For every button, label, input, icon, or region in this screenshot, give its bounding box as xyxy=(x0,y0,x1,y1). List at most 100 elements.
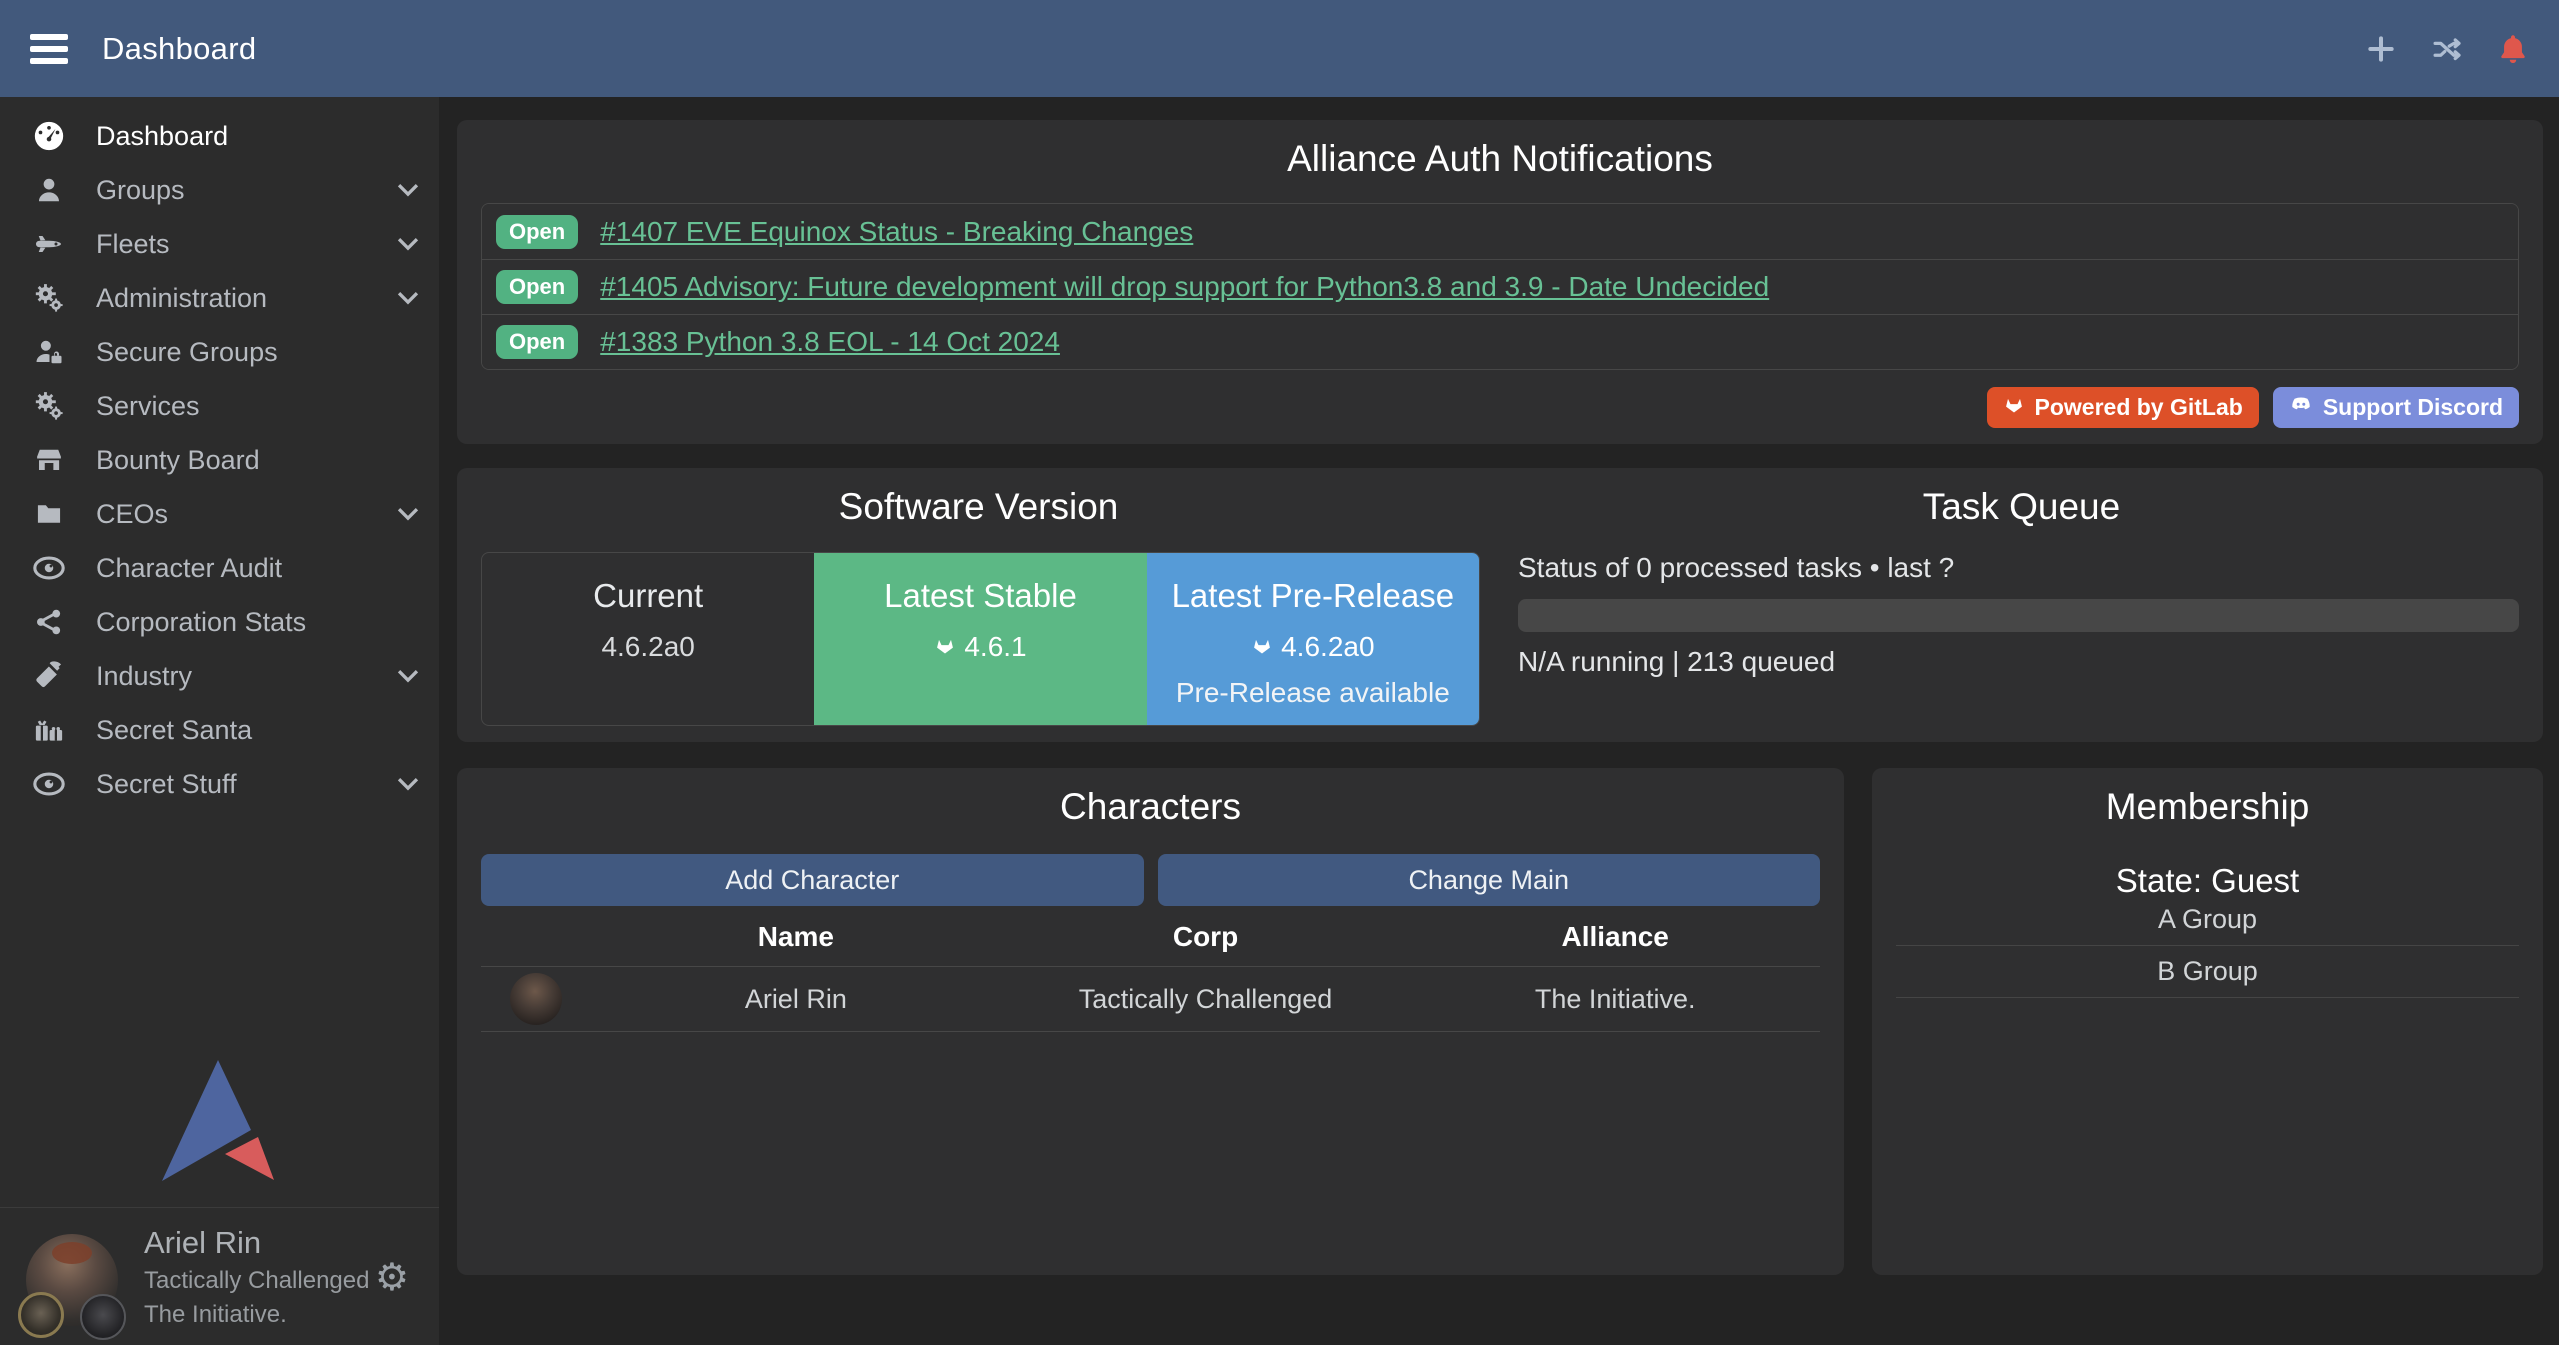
sidebar-item-ceos[interactable]: CEOs xyxy=(0,487,439,541)
task-queue-progressbar xyxy=(1518,599,2519,632)
notification-item: Open #1383 Python 3.8 EOL - 14 Oct 2024 xyxy=(482,314,2518,369)
notification-item: Open #1405 Advisory: Future development … xyxy=(482,259,2518,314)
notification-link[interactable]: #1407 EVE Equinox Status - Breaking Chan… xyxy=(600,216,1193,248)
sidebar-item-label: Character Audit xyxy=(96,553,282,584)
sidebar-item-label: Dashboard xyxy=(96,121,228,152)
software-version-column: Software Version Current 4.6.2a0 Latest … xyxy=(457,468,1500,742)
gears-icon xyxy=(26,389,72,423)
corp-logo-avatar xyxy=(18,1292,64,1338)
version-number: 4.6.2a0 xyxy=(601,631,694,663)
support-discord-badge[interactable]: Support Discord xyxy=(2273,387,2519,428)
sidebar: Dashboard Groups Fleets Administra xyxy=(0,97,439,1345)
sidebar-item-secret-stuff[interactable]: Secret Stuff xyxy=(0,757,439,811)
discord-icon xyxy=(2289,394,2313,421)
sidebar-item-character-audit[interactable]: Character Audit xyxy=(0,541,439,595)
gitlab-icon xyxy=(2003,394,2025,421)
notification-link[interactable]: #1383 Python 3.8 EOL - 14 Oct 2024 xyxy=(600,326,1060,358)
sidebar-item-groups[interactable]: Groups xyxy=(0,163,439,217)
notifications-bell-icon[interactable] xyxy=(2495,31,2531,67)
sidebar-item-services[interactable]: Services xyxy=(0,379,439,433)
sidebar-item-administration[interactable]: Administration xyxy=(0,271,439,325)
gears-icon xyxy=(26,281,72,315)
sidebar-item-label: Secret Santa xyxy=(96,715,252,746)
character-corp-cell: Tactically Challenged xyxy=(1001,984,1411,1015)
alliance-logo-avatar xyxy=(80,1294,126,1340)
add-character-button[interactable]: Add Character xyxy=(481,854,1144,906)
version-cell-current: Current 4.6.2a0 xyxy=(482,553,814,725)
column-header-alliance: Alliance xyxy=(1410,921,1820,953)
chevron-down-icon xyxy=(397,237,419,251)
user-lock-icon xyxy=(26,337,72,367)
user-panel: Ariel Rin Tactically Challenged The Init… xyxy=(0,1208,439,1345)
eye-icon xyxy=(26,771,72,797)
sidebar-item-label: Fleets xyxy=(96,229,170,260)
characters-table-header: Name Corp Alliance xyxy=(481,908,1820,966)
change-main-button[interactable]: Change Main xyxy=(1158,854,1821,906)
notification-item: Open #1407 EVE Equinox Status - Breaking… xyxy=(482,204,2518,259)
hamburger-menu-icon[interactable] xyxy=(30,28,68,70)
version-number: 4.6.1 xyxy=(964,631,1026,663)
notification-link[interactable]: #1405 Advisory: Future development will … xyxy=(600,271,1769,303)
sidebar-item-fleets[interactable]: Fleets xyxy=(0,217,439,271)
characters-panel: Characters Add Character Change Main Nam… xyxy=(457,768,1844,1275)
avatar xyxy=(24,1222,124,1332)
gitlab-icon xyxy=(1251,631,1273,663)
spaceship-icon xyxy=(26,229,72,259)
character-alliance-cell: The Initiative. xyxy=(1410,984,1820,1015)
page-title: Dashboard xyxy=(102,31,256,67)
chevron-down-icon xyxy=(397,507,419,521)
add-icon[interactable] xyxy=(2363,31,2399,67)
sidebar-item-label: Services xyxy=(96,391,200,422)
sidebar-item-secret-santa[interactable]: Secret Santa xyxy=(0,703,439,757)
share-icon xyxy=(26,607,72,637)
sidebar-item-dashboard[interactable]: Dashboard xyxy=(0,109,439,163)
user-icon xyxy=(26,175,72,205)
gifts-icon xyxy=(26,715,72,745)
table-row: Ariel Rin Tactically Challenged The Init… xyxy=(481,966,1820,1032)
version-cell-latest-prerelease: Latest Pre-Release 4.6.2a0 Pre-Release a… xyxy=(1147,553,1479,725)
characters-table: Name Corp Alliance Ariel Rin Tactically … xyxy=(481,908,1820,1032)
sidebar-item-bounty-board[interactable]: Bounty Board xyxy=(0,433,439,487)
user-name: Ariel Rin xyxy=(144,1225,375,1261)
user-corporation: Tactically Challenged xyxy=(144,1267,375,1295)
user-alliance: The Initiative. xyxy=(144,1301,375,1329)
task-queue-counts: N/A running | 213 queued xyxy=(1518,646,1835,678)
version-number: 4.6.2a0 xyxy=(1281,631,1374,663)
sidebar-item-label: Secure Groups xyxy=(96,337,278,368)
folder-icon xyxy=(26,500,72,528)
task-queue-column: Task Queue Status of 0 processed tasks •… xyxy=(1500,468,2543,742)
software-version-title: Software Version xyxy=(457,486,1500,528)
version-cell-label: Latest Stable xyxy=(814,577,1146,615)
task-queue-title: Task Queue xyxy=(1500,486,2543,528)
version-note: Pre-Release available xyxy=(1147,677,1479,709)
status-badge: Open xyxy=(496,215,578,249)
shuffle-icon[interactable] xyxy=(2429,31,2465,67)
sidebar-item-label: Secret Stuff xyxy=(96,769,237,800)
gitlab-icon xyxy=(934,631,956,663)
sidebar-item-label: Industry xyxy=(96,661,192,692)
sidebar-item-secure-groups[interactable]: Secure Groups xyxy=(0,325,439,379)
chevron-down-icon xyxy=(397,183,419,197)
sidebar-item-industry[interactable]: Industry xyxy=(0,649,439,703)
version-cells: Current 4.6.2a0 Latest Stable 4.6.1 Late… xyxy=(481,552,1480,726)
status-badge: Open xyxy=(496,325,578,359)
sidebar-item-label: CEOs xyxy=(96,499,168,530)
column-header-corp: Corp xyxy=(1001,921,1411,953)
powered-by-gitlab-badge[interactable]: Powered by GitLab xyxy=(1987,387,2259,428)
membership-groups-list: A Group B Group xyxy=(1896,894,2519,998)
store-icon xyxy=(26,445,72,475)
hammer-icon xyxy=(26,660,72,692)
column-header-name: Name xyxy=(591,921,1001,953)
sidebar-item-label: Groups xyxy=(96,175,185,206)
eye-icon xyxy=(26,555,72,581)
top-navbar: Dashboard xyxy=(0,0,2559,97)
version-cell-label: Latest Pre-Release xyxy=(1147,577,1479,615)
notifications-list: Open #1407 EVE Equinox Status - Breaking… xyxy=(481,203,2519,370)
sidebar-item-corporation-stats[interactable]: Corporation Stats xyxy=(0,595,439,649)
sidebar-item-label: Administration xyxy=(96,283,267,314)
notifications-panel: Alliance Auth Notifications Open #1407 E… xyxy=(457,120,2543,444)
chevron-down-icon xyxy=(397,669,419,683)
software-taskqueue-panel: Software Version Current 4.6.2a0 Latest … xyxy=(457,468,2543,742)
settings-gear-icon[interactable]: ⚙ xyxy=(375,1255,409,1299)
character-avatar xyxy=(510,973,562,1025)
